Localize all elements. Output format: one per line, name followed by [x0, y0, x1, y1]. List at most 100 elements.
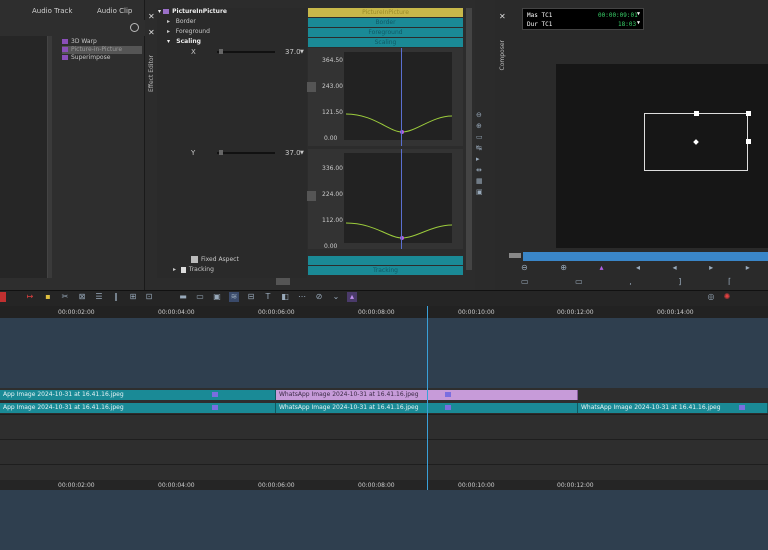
tick-label: 224.00	[322, 191, 343, 198]
close-icon[interactable]: ✕	[148, 12, 155, 21]
preview-canvas[interactable]	[556, 64, 768, 248]
tool-button[interactable]: ↦	[25, 292, 35, 302]
keyframe-bar[interactable]: Foreground	[308, 28, 463, 37]
tool-button[interactable]: ⊟	[246, 292, 256, 302]
title-button[interactable]: T	[263, 292, 273, 302]
tool-button[interactable]: ▴	[347, 292, 357, 302]
tick-label: 243.00	[322, 83, 343, 90]
y-value[interactable]: 37.0	[285, 149, 301, 157]
ruler-label: 00:00:12:00	[557, 482, 594, 489]
x-slider[interactable]	[217, 51, 275, 53]
preview-scrub-handle[interactable]	[509, 253, 521, 258]
tool-button[interactable]: ✺	[722, 292, 732, 302]
tree-root[interactable]: ▾ PictureInPicture	[158, 8, 227, 16]
tool-button[interactable]: ▬	[178, 292, 188, 302]
list-item[interactable]: Superimpose	[62, 54, 110, 62]
tool-button[interactable]: ☰	[94, 292, 104, 302]
bin-panel: Audio Track Audio Clip 3D Warp Picture-i…	[0, 0, 145, 290]
editor-hscroll[interactable]	[276, 278, 290, 285]
preview-scrub-bar[interactable]	[523, 252, 768, 261]
graph-area-x[interactable]: 364.50 243.00 121.50 0.00	[307, 48, 463, 146]
keyframe-bar[interactable]: PictureInPicture	[308, 8, 463, 17]
y-slider-handle[interactable]	[219, 150, 223, 155]
list-item[interactable]: 3D Warp	[62, 38, 97, 46]
ruler-label: 00:00:08:00	[358, 482, 395, 489]
search-icon[interactable]	[130, 23, 139, 32]
tool-button[interactable]: ⊞	[128, 292, 138, 302]
composer-vtab[interactable]: Composer	[499, 40, 506, 70]
close-icon[interactable]: ✕	[499, 12, 506, 21]
tab-audio-clip[interactable]: Audio Clip	[97, 7, 132, 15]
timeline-clip[interactable]: App Image 2024-10-31 at 16.41.16.jpeg	[0, 390, 276, 400]
tool-button[interactable]: ◎	[706, 292, 716, 302]
tool-button[interactable]: ⊠	[77, 292, 87, 302]
record-button[interactable]	[0, 292, 6, 302]
duration-timecode: 18:03	[618, 21, 637, 28]
bin-list-left	[0, 36, 48, 278]
master-timecode: 00:00:09:01	[598, 12, 638, 19]
player-controls[interactable]: ⊖ ⊕ ▴ ◂ ◂ ▸ ▸	[521, 263, 765, 272]
pip-bounding-box[interactable]	[644, 111, 751, 171]
effect-icon	[62, 55, 68, 60]
graph-tools[interactable]: ⊖ ⊕ ▭ ↹ ▸ ⇹ ▦ ▣	[476, 110, 483, 198]
ruler-label: 00:00:06:00	[258, 482, 295, 489]
keyframe-bar[interactable]: Tracking	[308, 266, 463, 275]
tool-button[interactable]: ◧	[280, 292, 290, 302]
splitter[interactable]	[48, 36, 52, 278]
tick-label: 0.00	[324, 135, 338, 142]
ruler-label: 00:00:04:00	[158, 482, 195, 489]
tree-item-tracking[interactable]: ▸ Tracking	[173, 266, 214, 274]
marker-button[interactable]: ▪	[43, 292, 53, 302]
cut-button[interactable]: ✂	[60, 292, 70, 302]
editor-scrollbar[interactable]	[466, 8, 472, 270]
fixed-aspect-checkbox[interactable]: Fixed Aspect	[191, 256, 239, 264]
tool-button[interactable]: ⊘	[314, 292, 324, 302]
ruler-label: 00:00:10:00	[458, 482, 495, 489]
x-value[interactable]: 37.0	[285, 48, 301, 56]
tool-button[interactable]: ≋	[229, 292, 239, 302]
y-slider[interactable]	[217, 152, 275, 154]
close-icon[interactable]: ✕	[148, 28, 155, 37]
pip-icon	[163, 9, 170, 14]
tool-button[interactable]: ▣	[212, 292, 222, 302]
effect-editor-vtab[interactable]: Effect Editor	[148, 55, 155, 92]
keyframe-bar[interactable]: Scaling	[308, 38, 463, 47]
composer-panel: ✕ Composer Mas TC1 00:00:09:01 Dur TC1 1…	[495, 0, 768, 290]
x-slider-handle[interactable]	[219, 49, 223, 54]
tab-audio-track[interactable]: Audio Track	[32, 7, 72, 15]
keyframe-bar[interactable]: Border	[308, 18, 463, 27]
keyframe-curve[interactable]	[344, 153, 454, 245]
playhead[interactable]	[427, 306, 428, 490]
tick-label: 121.50	[322, 109, 343, 116]
ruler-label: 00:00:04:00	[158, 309, 195, 316]
effect-icon	[62, 39, 68, 44]
player-controls-2[interactable]: ▭ ▭ , ] ⌈	[521, 277, 753, 286]
timeline-clip[interactable]: WhatsApp Image 2024-10-31 at 16.41.16.jp…	[578, 403, 768, 413]
effect-tree: ▾ PictureInPicture ▸ Border ▸ Foreground…	[157, 8, 307, 278]
timeline-clip[interactable]: App Image 2024-10-31 at 16.41.16.jpeg	[0, 403, 276, 413]
tick-label: 112.00	[322, 217, 343, 224]
graph-area-y[interactable]: 336.00 224.00 112.00 0.00	[307, 149, 463, 250]
tool-button[interactable]: ‖	[111, 292, 121, 302]
effect-icon	[62, 47, 68, 52]
ruler-label: 00:00:02:00	[58, 309, 95, 316]
x-label: X	[191, 48, 196, 56]
ruler-label: 00:00:10:00	[458, 309, 495, 316]
tool-button[interactable]: ⋯	[297, 292, 307, 302]
tree-item-scaling[interactable]: ▾ Scaling	[167, 38, 201, 46]
track-area	[0, 388, 768, 480]
tool-button[interactable]: ⊡	[144, 292, 154, 302]
tool-button[interactable]: ⌄	[331, 292, 341, 302]
ruler-label: 00:00:06:00	[258, 309, 295, 316]
ruler-label: 00:00:02:00	[58, 482, 95, 489]
keyframe-curve[interactable]	[344, 52, 454, 142]
tick-label: 0.00	[324, 243, 338, 250]
y-label: Y	[191, 149, 196, 157]
keyframe-bar[interactable]	[308, 256, 463, 265]
timecode-box: Mas TC1 00:00:09:01 Dur TC1 18:03 ▼ ▼	[522, 8, 644, 30]
list-item[interactable]: Picture-in-Picture	[62, 46, 142, 54]
ruler-label: 00:00:08:00	[358, 309, 395, 316]
tree-item-border[interactable]: ▸ Border	[167, 18, 196, 26]
tree-item-foreground[interactable]: ▸ Foreground	[167, 28, 210, 36]
tool-button[interactable]: ▭	[195, 292, 205, 302]
